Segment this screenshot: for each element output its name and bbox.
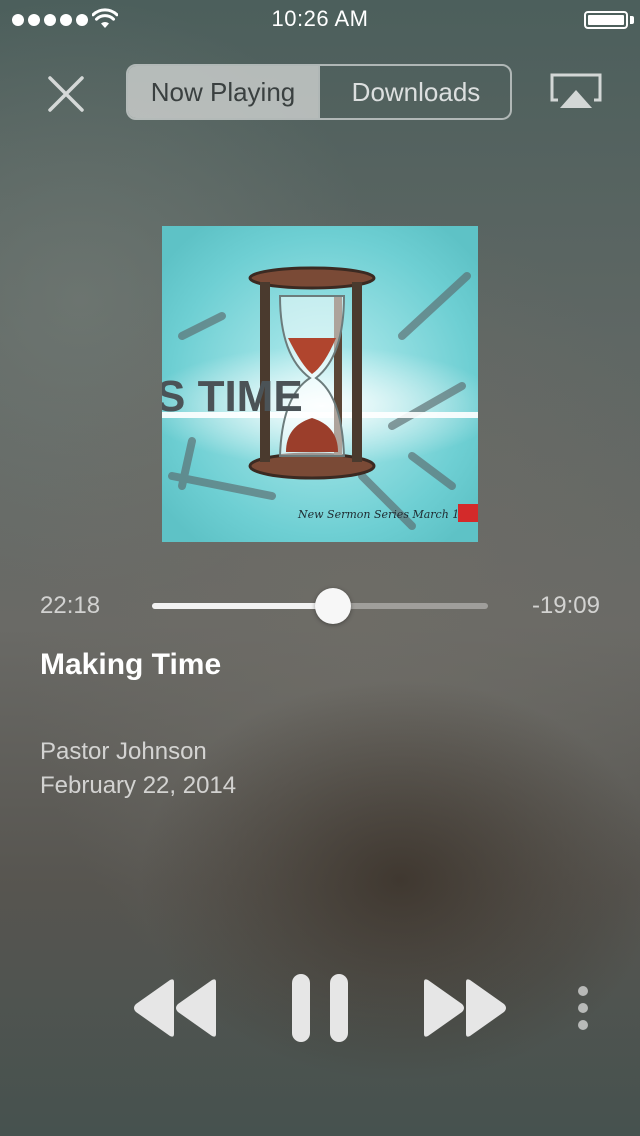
tab-now-playing[interactable]: Now Playing — [128, 66, 318, 118]
battery-icon — [584, 11, 628, 29]
view-segmented-control: Now Playing Downloads — [126, 64, 512, 120]
elapsed-time: 22:18 — [40, 592, 101, 619]
track-artist: Pastor Johnson — [40, 738, 207, 765]
hourglass-artwork: S TIME — [162, 266, 478, 530]
album-art-subtitle: New Sermon Series March 11th — [298, 508, 478, 521]
remaining-time: -19:09 — [531, 592, 600, 619]
battery-tip — [630, 16, 634, 24]
progress-thumb[interactable] — [315, 588, 352, 624]
status-bar: 10:26 AM — [0, 0, 640, 40]
more-vertical-icon[interactable] — [570, 984, 596, 1034]
airplay-icon[interactable] — [548, 72, 604, 112]
fast-forward-icon[interactable] — [422, 976, 510, 1040]
pause-icon[interactable] — [290, 974, 350, 1042]
progress-fill — [152, 603, 334, 609]
album-artwork: S TIME New Sermon Series March 11th — [162, 226, 478, 542]
album-art-red-mark — [458, 504, 478, 522]
close-icon[interactable] — [44, 72, 88, 116]
album-art-title: S TIME — [162, 372, 303, 421]
rewind-icon[interactable] — [130, 976, 218, 1040]
progress-slider[interactable] — [152, 588, 488, 624]
track-title: Making Time — [40, 648, 222, 681]
track-date: February 22, 2014 — [40, 772, 237, 799]
status-time: 10:26 AM — [271, 6, 369, 31]
tab-downloads[interactable]: Downloads — [318, 66, 510, 118]
